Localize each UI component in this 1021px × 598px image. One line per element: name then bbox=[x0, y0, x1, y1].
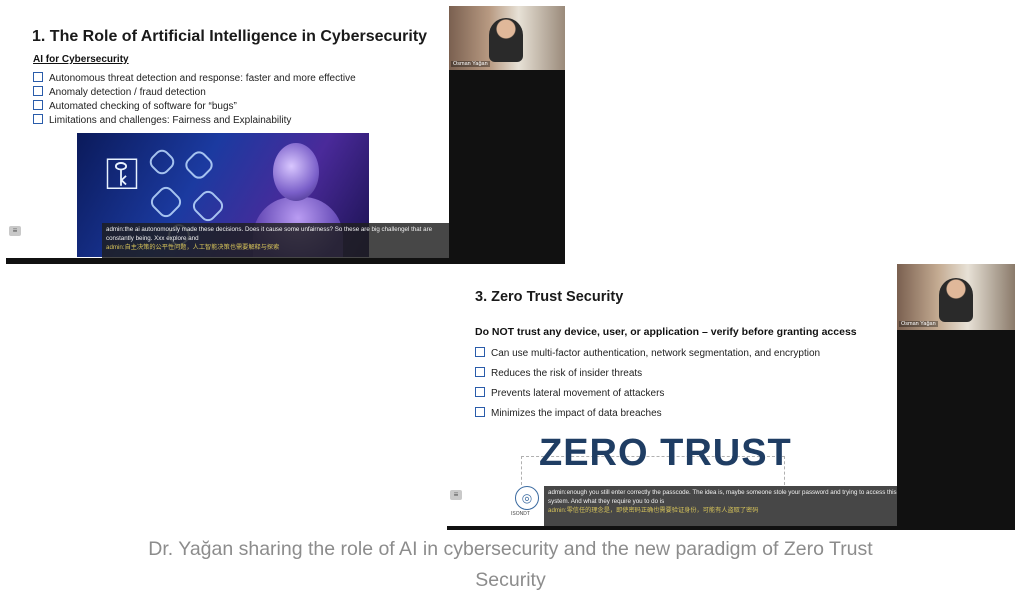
checkbox-icon bbox=[475, 407, 485, 417]
presenter-avatar bbox=[939, 278, 973, 322]
hexagon-icon bbox=[182, 148, 216, 182]
caption-line-1: Dr. Yağan sharing the role of AI in cybe… bbox=[148, 538, 873, 560]
checkbox-icon bbox=[475, 387, 485, 397]
bullet-item: Can use multi-factor authentication, net… bbox=[475, 344, 820, 364]
bullet-item: Minimizes the impact of data breaches bbox=[475, 404, 820, 424]
bullet-item: Automated checking of software for “bugs… bbox=[33, 100, 356, 114]
robot-head bbox=[273, 143, 319, 201]
presenter-name: Osman Yağan bbox=[899, 321, 938, 327]
slide-subhead: Do NOT trust any device, user, or applic… bbox=[475, 326, 857, 338]
presenter-video: Osman Yağan bbox=[449, 6, 565, 70]
hexagon-icon bbox=[189, 187, 227, 225]
bullet-list: Autonomous threat detection and response… bbox=[33, 72, 356, 128]
live-caption: admin:enough you still enter correctly t… bbox=[544, 486, 897, 526]
presenter-avatar bbox=[489, 18, 523, 62]
bullet-item: Anomaly detection / fraud detection bbox=[33, 86, 356, 100]
globe-icon: ◎ bbox=[515, 486, 539, 510]
checkbox-icon bbox=[33, 114, 43, 124]
slide-ai-cybersecurity: 1. The Role of Artificial Intelligence i… bbox=[6, 6, 449, 258]
menu-icon[interactable]: ≡ bbox=[450, 490, 462, 500]
bullet-list: Can use multi-factor authentication, net… bbox=[475, 344, 820, 424]
checkbox-icon bbox=[475, 347, 485, 357]
presenter-video: Osman Yağan bbox=[897, 264, 1015, 330]
checkbox-icon bbox=[33, 86, 43, 96]
slide-title: 1. The Role of Artificial Intelligence i… bbox=[32, 28, 428, 45]
bullet-item: Autonomous threat detection and response… bbox=[33, 72, 356, 86]
checkbox-icon bbox=[33, 72, 43, 82]
hexagon-icon bbox=[146, 146, 178, 178]
bullet-item: Reduces the risk of insider threats bbox=[475, 364, 820, 384]
slide-subhead: AI for Cybersecurity bbox=[33, 54, 129, 65]
live-caption: admin:the ai autonomously made these dec… bbox=[102, 223, 449, 258]
screenshot-ai-cybersecurity: 1. The Role of Artificial Intelligence i… bbox=[6, 6, 565, 264]
checkbox-icon bbox=[33, 100, 43, 110]
zero-trust-graphic-text: ZERO TRUST bbox=[539, 432, 792, 474]
menu-icon[interactable]: ≡ bbox=[9, 226, 21, 236]
hexagon-icon bbox=[147, 183, 185, 221]
presenter-name: Osman Yağan bbox=[451, 61, 490, 67]
slide-title: 3. Zero Trust Security bbox=[475, 289, 624, 305]
logo-label: ISONDT bbox=[511, 511, 530, 517]
bullet-item: Prevents lateral movement of attackers bbox=[475, 384, 820, 404]
bullet-item: Limitations and challenges: Fairness and… bbox=[33, 114, 356, 128]
checkbox-icon bbox=[475, 367, 485, 377]
caption-line-2: Security bbox=[475, 569, 546, 591]
slide-zero-trust: 3. Zero Trust Security Do NOT trust any … bbox=[447, 264, 897, 526]
key-icon: ⚿ bbox=[105, 150, 139, 199]
screenshot-zero-trust: 3. Zero Trust Security Do NOT trust any … bbox=[447, 264, 1015, 530]
figure-caption: Dr. Yağan sharing the role of AI in cybe… bbox=[0, 534, 1021, 596]
